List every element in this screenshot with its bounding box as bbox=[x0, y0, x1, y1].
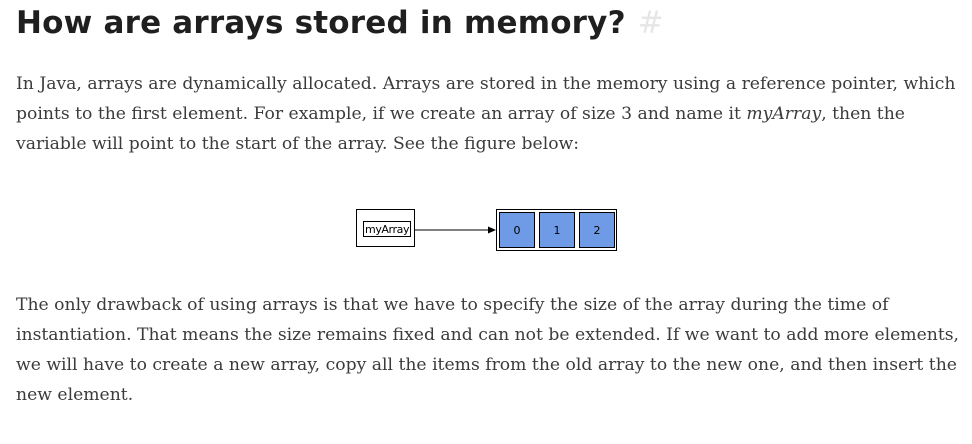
variable-label: myArray bbox=[363, 221, 412, 237]
intro-paragraph: In Java, arrays are dynamically allocate… bbox=[16, 69, 966, 159]
array-cell-0: 0 bbox=[499, 212, 535, 248]
arrow-head bbox=[488, 226, 496, 234]
array-memory-figure: myArray 0 1 2 bbox=[0, 200, 972, 260]
reference-arrow bbox=[415, 226, 496, 234]
section-heading: How are arrays stored in memory? # bbox=[16, 0, 664, 46]
drawback-paragraph: The only drawback of using arrays is tha… bbox=[16, 295, 960, 405]
heading-title: How are arrays stored in memory? bbox=[16, 5, 626, 41]
array-cell-1: 1 bbox=[539, 212, 575, 248]
array-cell-2: 2 bbox=[579, 212, 615, 248]
heading-anchor-link[interactable]: # bbox=[638, 5, 664, 41]
intro-emphasis: myArray bbox=[746, 104, 822, 124]
